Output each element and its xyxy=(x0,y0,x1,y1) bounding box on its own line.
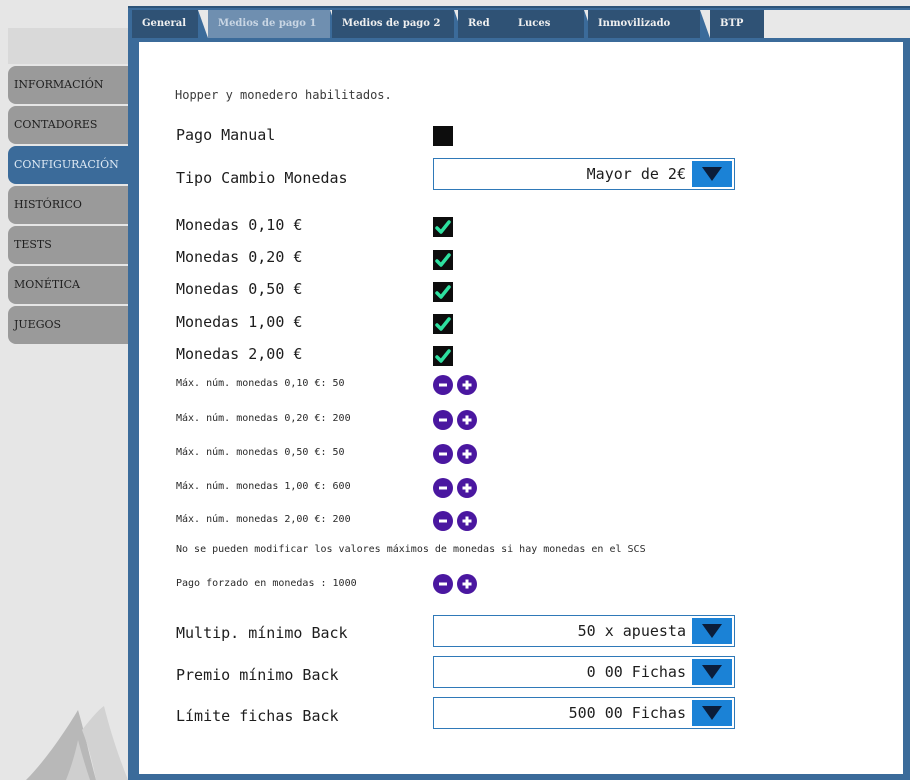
increment-button[interactable] xyxy=(457,511,477,531)
content-panel: Hopper y monedero habilitados. Pago Manu… xyxy=(139,42,903,774)
tab-red[interactable]: Red xyxy=(458,10,508,38)
check-icon xyxy=(435,285,451,299)
plus-icon xyxy=(462,415,472,425)
limite-fichas-back-value: 500 00 Fichas xyxy=(568,704,686,722)
dropdown-button[interactable] xyxy=(692,700,732,726)
plus-icon xyxy=(462,380,472,390)
status-text: Hopper y monedero habilitados. xyxy=(175,88,392,102)
plus-icon xyxy=(462,483,472,493)
increment-button[interactable] xyxy=(457,574,477,594)
increment-button[interactable] xyxy=(457,410,477,430)
triangle-down-icon xyxy=(702,665,722,679)
multip-minimo-back-value: 50 x apuesta xyxy=(577,622,686,640)
tab-separator xyxy=(198,10,208,38)
sidebar-item-tests[interactable]: TESTS xyxy=(8,226,128,264)
dropdown-button[interactable] xyxy=(692,161,732,187)
sidebar: INFORMACIÓN CONTADORES CONFIGURACIÓN HIS… xyxy=(0,0,128,780)
premio-minimo-back-select[interactable]: 0 00 Fichas xyxy=(433,656,735,688)
tab-inmovilizado[interactable]: Inmovilizado xyxy=(588,10,700,38)
coin-label: Monedas 1,00 € xyxy=(176,313,303,331)
coin-label: Monedas 2,00 € xyxy=(176,345,303,363)
multip-minimo-back-label: Multip. mínimo Back xyxy=(176,624,348,642)
warning-text: No se pueden modificar los valores máxim… xyxy=(176,544,646,555)
dropdown-button[interactable] xyxy=(692,659,732,685)
check-icon xyxy=(435,349,451,363)
limite-fichas-back-select[interactable]: 500 00 Fichas xyxy=(433,697,735,729)
multip-minimo-back-select[interactable]: 50 x apuesta xyxy=(433,615,735,647)
sidebar-item-monetica[interactable]: MONÉTICA xyxy=(8,266,128,304)
max-coins-label: Máx. núm. monedas 1,00 €: 600 xyxy=(176,481,351,492)
decrement-button[interactable] xyxy=(433,410,453,430)
tipo-cambio-label: Tipo Cambio Monedas xyxy=(176,169,348,187)
pago-manual-label: Pago Manual xyxy=(176,126,276,144)
triangle-down-icon xyxy=(702,167,722,181)
check-icon xyxy=(435,220,451,234)
plus-icon xyxy=(462,579,472,589)
limite-fichas-back-label: Límite fichas Back xyxy=(176,707,339,725)
tab-bar-line xyxy=(128,6,910,8)
tipo-cambio-select[interactable]: Mayor de 2€ xyxy=(433,158,735,190)
mountain-logo-icon xyxy=(26,706,128,780)
coin-0-10-checkbox[interactable] xyxy=(433,217,453,237)
tab-btp[interactable]: BTP xyxy=(710,10,764,38)
increment-button[interactable] xyxy=(457,444,477,464)
pago-forzado-label: Pago forzado en monedas : 1000 xyxy=(176,578,357,589)
pago-manual-checkbox[interactable] xyxy=(433,126,453,146)
premio-minimo-back-label: Premio mínimo Back xyxy=(176,666,339,684)
coin-0-50-checkbox[interactable] xyxy=(433,282,453,302)
tab-bar: General Medios de pago 1 Medios de pago … xyxy=(128,0,910,38)
tab-medios-de-pago-2[interactable]: Medios de pago 2 xyxy=(332,10,454,38)
sidebar-header xyxy=(8,28,128,64)
max-coins-label: Máx. núm. monedas 2,00 €: 200 xyxy=(176,514,351,525)
max-coins-label: Máx. núm. monedas 0,10 €: 50 xyxy=(176,378,345,389)
decrement-button[interactable] xyxy=(433,444,453,464)
decrement-button[interactable] xyxy=(433,511,453,531)
tab-medios-de-pago-1[interactable]: Medios de pago 1 xyxy=(208,10,330,38)
check-icon xyxy=(435,317,451,331)
dropdown-button[interactable] xyxy=(692,618,732,644)
minus-icon xyxy=(439,486,447,490)
minus-icon xyxy=(439,383,447,387)
tab-separator xyxy=(700,10,710,38)
increment-button[interactable] xyxy=(457,478,477,498)
max-coins-label: Máx. núm. monedas 0,50 €: 50 xyxy=(176,447,345,458)
decrement-button[interactable] xyxy=(433,574,453,594)
triangle-down-icon xyxy=(702,624,722,638)
tab-bar-empty xyxy=(764,10,910,38)
coin-0-20-checkbox[interactable] xyxy=(433,250,453,270)
decrement-button[interactable] xyxy=(433,375,453,395)
minus-icon xyxy=(439,452,447,456)
coin-label: Monedas 0,20 € xyxy=(176,248,303,266)
sidebar-item-configuracion[interactable]: CONFIGURACIÓN xyxy=(8,146,128,184)
tab-luces[interactable]: Luces xyxy=(508,10,584,38)
minus-icon xyxy=(439,418,447,422)
sidebar-item-historico[interactable]: HISTÓRICO xyxy=(8,186,128,224)
tab-general[interactable]: General xyxy=(132,10,198,38)
minus-icon xyxy=(439,519,447,523)
coin-2-00-checkbox[interactable] xyxy=(433,346,453,366)
triangle-down-icon xyxy=(702,706,722,720)
decrement-button[interactable] xyxy=(433,478,453,498)
minus-icon xyxy=(439,582,447,586)
tipo-cambio-value: Mayor de 2€ xyxy=(586,165,686,183)
sidebar-nav: INFORMACIÓN CONTADORES CONFIGURACIÓN HIS… xyxy=(8,66,128,346)
plus-icon xyxy=(462,516,472,526)
coin-label: Monedas 0,50 € xyxy=(176,280,303,298)
increment-button[interactable] xyxy=(457,375,477,395)
coin-label: Monedas 0,10 € xyxy=(176,216,303,234)
premio-minimo-back-value: 0 00 Fichas xyxy=(586,663,686,681)
sidebar-item-contadores[interactable]: CONTADORES xyxy=(8,106,128,144)
check-icon xyxy=(435,253,451,267)
max-coins-label: Máx. núm. monedas 0,20 €: 200 xyxy=(176,413,351,424)
coin-1-00-checkbox[interactable] xyxy=(433,314,453,334)
sidebar-item-juegos[interactable]: JUEGOS xyxy=(8,306,128,344)
sidebar-item-informacion[interactable]: INFORMACIÓN xyxy=(8,66,128,104)
plus-icon xyxy=(462,449,472,459)
